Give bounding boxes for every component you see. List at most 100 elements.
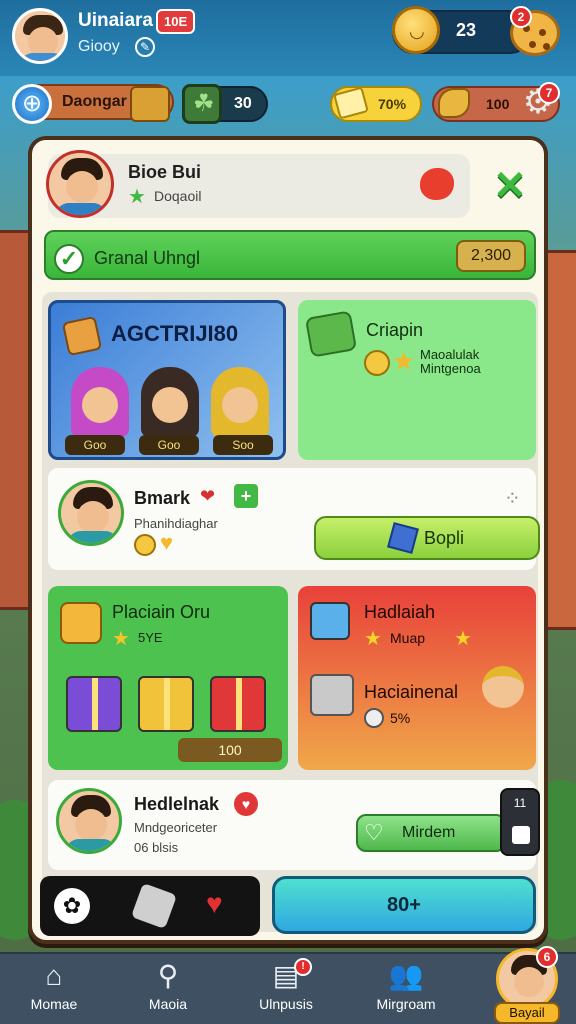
chest-icon	[130, 86, 170, 122]
player-name: Uinaiara	[78, 10, 153, 31]
main-panel: Bioe Bui ★ Doqaoil ✕ ✓ Granal Uhngl 2,30…	[28, 136, 548, 944]
crate-sub: Maoalulak Mintgenoa	[420, 347, 481, 376]
banner-label: Granal Uhngl	[94, 248, 201, 268]
cards-badge: !	[294, 958, 312, 976]
character-label-1: Goo	[65, 435, 125, 455]
heart-icon: ♥	[160, 530, 174, 555]
star-icon: ★	[112, 628, 130, 650]
paw-icon[interactable]: ✿	[54, 888, 90, 924]
banner-value: 2,300	[456, 240, 526, 272]
counter-value: 11	[513, 796, 527, 810]
gift-icon	[210, 676, 266, 732]
key-value: 100	[486, 96, 510, 112]
gift-title: Placiain Oru	[112, 602, 211, 622]
more-icon[interactable]: ⁘	[504, 486, 521, 511]
gift-icon	[138, 676, 194, 732]
character-label-2: Goo	[139, 435, 199, 455]
cube-icon	[387, 522, 419, 554]
clover-icon	[182, 84, 222, 124]
nav-search[interactable]: ⚲ Maoia	[118, 956, 218, 1012]
invite-avatar	[56, 788, 122, 854]
smile-icon	[364, 350, 390, 376]
heart-icon: ❤	[200, 486, 216, 506]
player-subtitle: Giooy	[78, 38, 120, 55]
crate-card[interactable]: Criapin ★ Maoalulak Mintgenoa	[298, 300, 536, 460]
close-icon[interactable]: ✕	[490, 166, 530, 206]
gift-card[interactable]: Placiain Oru ★ 5YE 100	[48, 586, 288, 770]
friends-icon: 👥	[388, 960, 424, 991]
friend-avatar	[58, 480, 124, 546]
gem-icon[interactable]	[130, 882, 178, 930]
heart-icon[interactable]: ♥	[206, 888, 223, 920]
smile-icon	[134, 534, 156, 556]
gear-badge: 7	[538, 82, 560, 104]
profile-badge: 6	[536, 946, 558, 968]
nav-home-label: Momae	[30, 996, 78, 1012]
nav-cards-label: Ulnpusis	[259, 996, 313, 1012]
coin-icon	[392, 6, 440, 54]
heart-icon: ♡	[364, 820, 384, 845]
home-icon: ⌂	[45, 960, 63, 991]
gift-counter: 100	[178, 738, 282, 762]
nav-home[interactable]: ⌂ Momae	[4, 956, 104, 1012]
nav-profile-label: Bayail	[494, 1002, 560, 1024]
character-2	[141, 367, 199, 437]
character-3	[211, 367, 269, 437]
friend-action-button[interactable]: Bopli	[314, 516, 540, 560]
tools-card[interactable]: Hadlaiah ★ Muap ★ Haciainenal 5%	[298, 586, 536, 770]
main-action-button[interactable]: 80+	[272, 876, 536, 934]
nav-friends[interactable]: 👥 Mirgroam	[356, 956, 456, 1012]
friend-card[interactable]: Bmark ❤ + Phanihdiaghar ♥ ⁘ Bopli	[48, 468, 540, 570]
event-card-blue[interactable]: AGCTRIJI80 Goo Goo Soo	[48, 300, 286, 460]
character-1	[71, 367, 129, 437]
tools-sub-1: Muap	[390, 630, 426, 646]
heart-badge-icon: ♥	[234, 792, 258, 816]
tools-title-2: Haciainenal	[364, 682, 459, 702]
ticket-value: 70%	[378, 96, 407, 112]
profile-sub: Doqaoil	[154, 188, 202, 204]
player-avatar[interactable]	[12, 8, 68, 64]
profile-avatar[interactable]	[46, 150, 114, 218]
red-reaction-icon[interactable]	[420, 168, 454, 200]
tools-title-1: Hadlaiah	[364, 602, 436, 622]
nav-cards[interactable]: ▤ Ulnpusis	[236, 956, 336, 1012]
invite-button-label: Mirdem	[402, 824, 456, 841]
box-icon	[60, 602, 102, 644]
machine-icon	[310, 674, 354, 716]
star-icon: ★	[454, 628, 472, 650]
counter-box[interactable]: 11	[500, 788, 540, 856]
profile-name: Bioe Bui	[128, 162, 202, 182]
invite-sub-2: 06 blsis	[134, 840, 179, 855]
nav-friends-label: Mirgroam	[376, 996, 436, 1012]
clock-icon	[364, 708, 384, 728]
friend-name: Bmark	[134, 488, 191, 508]
invite-card[interactable]: Hedlelnak ♥ Mndgeoriceter 06 blsis Mirde…	[48, 780, 540, 870]
friend-button-label: Bopli	[423, 527, 465, 548]
globe-label: Daongar	[62, 93, 127, 110]
gift-sub: 5YE	[138, 630, 163, 645]
coin-value: 23	[456, 20, 477, 40]
edit-icon[interactable]: ✎	[135, 37, 155, 57]
dice-icon	[61, 315, 103, 357]
toolbox-icon	[310, 602, 350, 640]
crate-icon	[304, 310, 358, 358]
invite-sub-1: Mndgeoriceter	[134, 820, 218, 835]
friend-sub: Phanihdiaghar	[134, 516, 218, 531]
add-icon[interactable]: +	[234, 484, 258, 508]
dark-value: 30	[234, 95, 252, 112]
key-icon	[438, 88, 470, 118]
globe-icon	[12, 84, 52, 124]
worker-face-icon	[482, 666, 524, 708]
tools-sub-2: 5%	[390, 710, 411, 726]
star-icon: ★	[392, 346, 416, 376]
gift-icon	[66, 676, 122, 732]
star-icon: ★	[364, 628, 382, 650]
event-title: AGCTRIJI80	[111, 321, 239, 346]
star-icon: ★	[128, 186, 146, 208]
nav-search-label: Maoia	[148, 996, 188, 1012]
crate-title: Criapin	[366, 320, 424, 340]
quick-actions: ✿ ♥	[40, 876, 260, 936]
invite-name: Hedlelnak	[134, 794, 220, 814]
cookie-badge: 2	[510, 6, 532, 28]
character-label-3: Soo	[213, 435, 273, 455]
